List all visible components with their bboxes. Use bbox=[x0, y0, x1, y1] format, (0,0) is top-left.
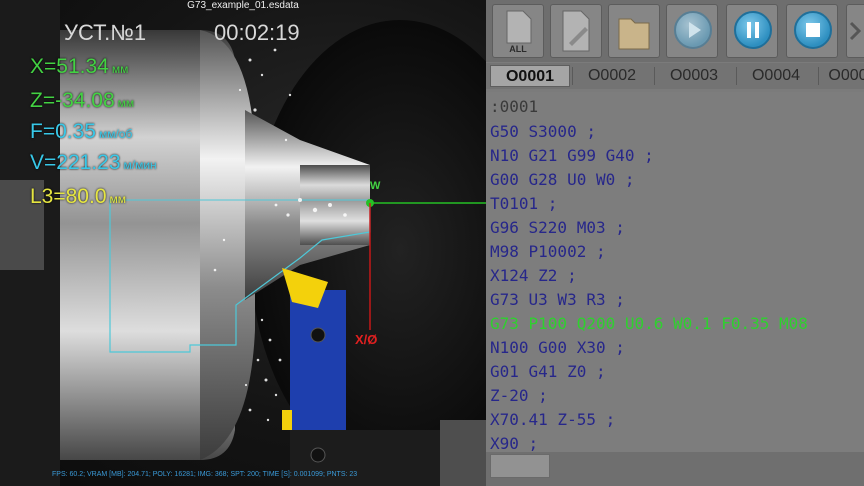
program-editor[interactable]: :0001 G50 S3000 ; N10 G21 G99 G40 ; G00 … bbox=[486, 92, 864, 453]
code-line[interactable]: T0101 ; bbox=[490, 194, 557, 213]
status-line: FPS: 60.2; VRAM [MB]: 204.71; POLY: 1628… bbox=[52, 471, 358, 478]
all-programs-button[interactable]: ALL bbox=[492, 4, 544, 58]
folder-button[interactable] bbox=[608, 4, 660, 58]
program-header: :0001 bbox=[490, 97, 539, 116]
code-line-current[interactable]: G73 P100 Q200 U0.6 W0.1 F0.35 M08 bbox=[490, 314, 808, 333]
play-button[interactable] bbox=[666, 4, 718, 58]
code-line[interactable]: X124 Z2 ; bbox=[490, 266, 577, 285]
stop-icon bbox=[794, 11, 832, 49]
play-icon bbox=[674, 11, 712, 49]
code-line[interactable]: N100 G00 X30 ; bbox=[490, 338, 625, 357]
document-icon bbox=[506, 10, 532, 44]
code-line[interactable]: G50 S3000 ; bbox=[490, 122, 596, 141]
code-line[interactable]: X70.41 Z-55 ; bbox=[490, 410, 615, 429]
scrollbar-thumb[interactable] bbox=[490, 454, 550, 478]
stop-button[interactable] bbox=[786, 4, 838, 58]
file-title: G73_example_01.esdata bbox=[187, 0, 299, 11]
readout-x: X=51.34 мм bbox=[30, 55, 129, 78]
code-line[interactable]: Z-20 ; bbox=[490, 386, 548, 405]
axis-w-label: W bbox=[370, 180, 381, 192]
more-button[interactable] bbox=[846, 4, 864, 58]
all-label: ALL bbox=[509, 44, 527, 54]
simulation-viewport[interactable]: G73_example_01.esdata УСТ.№1 00:02:19 X=… bbox=[0, 0, 486, 486]
pause-icon bbox=[734, 11, 772, 49]
chevron-right-icon bbox=[849, 21, 862, 41]
elapsed-timer: 00:02:19 bbox=[214, 20, 300, 45]
tab-o0003[interactable]: O0003 bbox=[654, 65, 734, 87]
code-line[interactable]: X90 ; bbox=[490, 434, 538, 453]
code-line[interactable]: N10 G21 G99 G40 ; bbox=[490, 146, 654, 165]
code-line[interactable]: G96 S220 M03 ; bbox=[490, 218, 625, 237]
readout-z: Z=-34.08 мм bbox=[30, 89, 135, 112]
axis-x-label: X/Ø bbox=[355, 332, 378, 347]
tab-o0001[interactable]: O0001 bbox=[490, 65, 570, 87]
code-line[interactable]: G00 G28 U0 W0 ; bbox=[490, 170, 635, 189]
tab-o0002[interactable]: O0002 bbox=[572, 65, 652, 87]
code-line[interactable]: G01 G41 Z0 ; bbox=[490, 362, 606, 381]
folder-icon bbox=[618, 18, 650, 50]
edit-button[interactable] bbox=[550, 4, 602, 58]
readout-speed: V=221.23 м/мин bbox=[30, 151, 157, 174]
station-label: УСТ.№1 bbox=[64, 20, 147, 45]
edit-document-icon bbox=[562, 10, 590, 52]
readout-feed: F=0.35 мм/об bbox=[30, 120, 133, 143]
toolbar: ALL bbox=[486, 0, 864, 62]
tab-o0005[interactable]: O000 bbox=[818, 65, 864, 87]
readout-l3: L3=80.0 мм bbox=[30, 185, 126, 208]
cnc-panel: ALL O0001 O0002 O0003 O0004 O000:0001 G… bbox=[486, 0, 864, 486]
tab-o0004[interactable]: O0004 bbox=[736, 65, 816, 87]
pause-button[interactable] bbox=[726, 4, 778, 58]
code-line[interactable]: G73 U3 W3 R3 ; bbox=[490, 290, 625, 309]
program-tabs: O0001 O0002 O0003 O0004 O000 bbox=[486, 63, 864, 89]
code-line[interactable]: M98 P10002 ; bbox=[490, 242, 606, 261]
